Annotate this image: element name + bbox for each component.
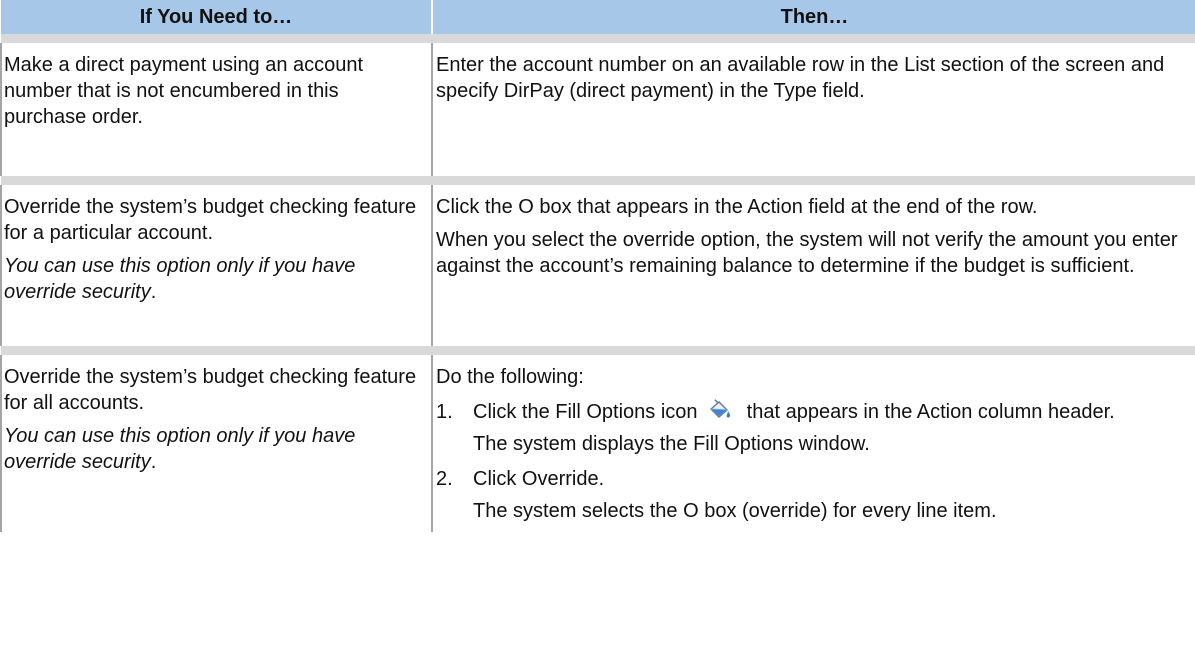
column-header-then: Then…: [432, 0, 1195, 34]
need-text: Override the system’s budget checking fe…: [4, 366, 417, 414]
row-divider: [1, 176, 432, 185]
need-note: You can use this option only if you have…: [4, 423, 423, 475]
step-text: Click Override.: [473, 468, 605, 490]
need-note-italic: You can use this option only if you have…: [4, 255, 356, 303]
need-text: Override the system’s budget checking fe…: [4, 196, 417, 244]
then-text: When you select the override option, the…: [436, 229, 1178, 277]
row-divider: [432, 176, 1195, 185]
row-divider: [432, 34, 1195, 43]
step-item: 2. Click Override. The system selects th…: [436, 466, 1188, 524]
step-item: 1. Click the Fill Options icon that appe…: [436, 399, 1188, 457]
step-result: The system displays the Fill Options win…: [473, 433, 870, 455]
table-row: Override the system’s budget checking fe…: [0, 185, 1195, 346]
fill-options-icon: [707, 399, 733, 421]
need-text: Make a direct payment using an account n…: [4, 54, 364, 128]
steps-list: 1. Click the Fill Options icon that appe…: [436, 399, 1188, 524]
need-note-end: .: [150, 281, 157, 303]
need-cell: Override the system’s budget checking fe…: [0, 185, 432, 346]
need-note: You can use this option only if you have…: [4, 253, 423, 305]
step-number: 2.: [436, 468, 453, 490]
need-note-end: .: [150, 451, 157, 473]
need-cell: Make a direct payment using an account n…: [0, 43, 432, 176]
then-text: Click the O box that appears in the Acti…: [436, 196, 1038, 218]
instructions-table: If You Need to… Then… Make a direct paym…: [0, 0, 1195, 532]
row-divider: [1, 34, 432, 43]
then-intro: Do the following:: [436, 366, 584, 388]
need-cell: Override the system’s budget checking fe…: [0, 355, 432, 532]
row-divider: [432, 346, 1195, 355]
step-text-before-icon: Click the Fill Options icon: [473, 401, 698, 423]
table-row: Make a direct payment using an account n…: [0, 43, 1195, 176]
row-divider: [1, 346, 432, 355]
need-note-italic: You can use this option only if you have…: [4, 425, 356, 473]
step-text-after-icon: that appears in the Action column header…: [746, 401, 1115, 423]
step-text: Click the Fill Options icon that appears…: [473, 399, 1188, 425]
then-cell: Enter the account number on an available…: [431, 43, 1195, 176]
table-header-row: If You Need to… Then…: [1, 0, 1195, 34]
then-text: Enter the account number on an available…: [436, 54, 1165, 102]
step-result: The system selects the O box (override) …: [473, 500, 997, 522]
then-cell: Click the O box that appears in the Acti…: [431, 185, 1195, 346]
then-cell: Do the following: 1. Click the Fill Opti…: [431, 355, 1195, 532]
column-header-need: If You Need to…: [1, 0, 433, 34]
table-row: Override the system’s budget checking fe…: [0, 355, 1195, 532]
step-number: 1.: [436, 401, 453, 423]
